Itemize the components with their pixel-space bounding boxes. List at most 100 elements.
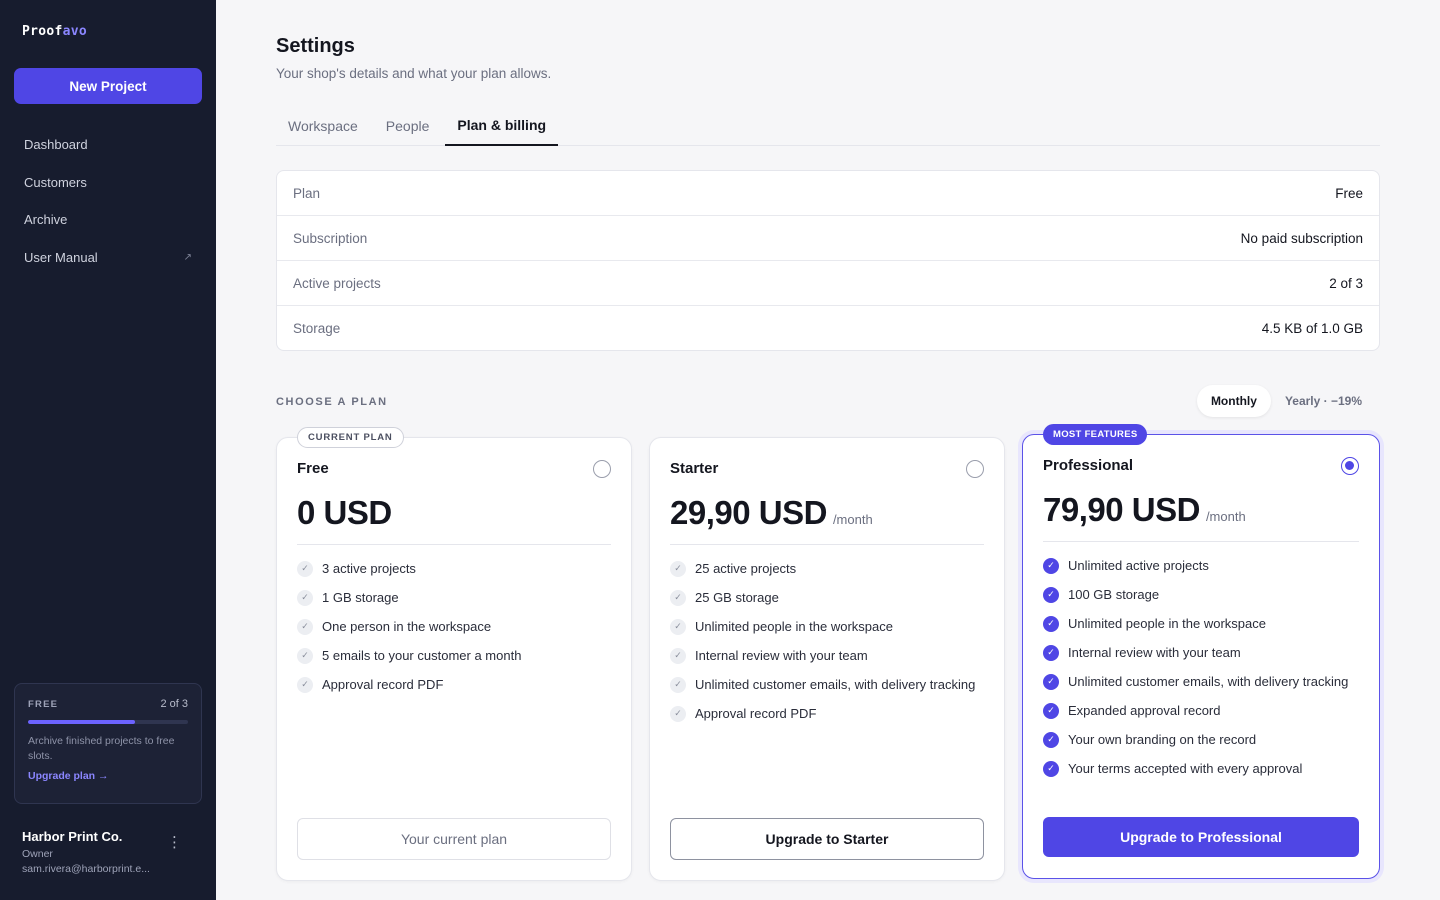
summary-value: 4.5 KB of 1.0 GB <box>1261 321 1363 336</box>
plan-radio[interactable] <box>593 460 611 478</box>
brand-logo[interactable]: Proofavo <box>22 24 87 39</box>
feature-item: ✓ Approval record PDF <box>670 704 984 723</box>
brand-name-part1: Proof <box>22 24 63 39</box>
plan-usage-card: FREE 2 of 3 Archive finished projects to… <box>14 683 202 804</box>
feature-text: Unlimited people in the workspace <box>695 619 893 634</box>
summary-value: Free <box>1335 185 1363 201</box>
tab-plan-billing[interactable]: Plan & billing <box>445 106 559 146</box>
price-period: /month <box>832 512 873 527</box>
sidebar-item-label: Archive <box>24 212 68 228</box>
check-icon: ✓ <box>670 676 686 693</box>
plan-card-starter[interactable]: Starter 29,90 USD /month ✓ 25 active proj… <box>649 437 1005 881</box>
more-vertical-icon[interactable]: ⋮ <box>167 835 182 850</box>
check-icon: ✓ <box>1043 615 1059 632</box>
feature-item: ✓ Internal review with your team <box>670 646 984 665</box>
plan-radio[interactable] <box>966 460 984 478</box>
check-icon: ✓ <box>1043 760 1059 777</box>
feature-text: Expanded approval record <box>1068 703 1221 718</box>
account-email: sam.rivera@harborprint.e... <box>22 863 150 875</box>
check-icon: ✓ <box>1043 673 1059 690</box>
upgrade-plan-link[interactable]: Upgrade plan → <box>28 770 188 782</box>
check-icon: ✓ <box>297 647 313 664</box>
check-icon: ✓ <box>1043 644 1059 661</box>
summary-row-plan: Plan Free <box>277 171 1379 216</box>
plan-price: 0 USD <box>297 494 392 532</box>
plan-name: Professional <box>1043 457 1134 474</box>
feature-item: ✓ Unlimited customer emails, with deliver… <box>670 675 984 694</box>
summary-label: Storage <box>293 321 341 336</box>
upgrade-professional-button[interactable]: Upgrade to Professional <box>1043 817 1359 857</box>
usage-progress-fill <box>28 720 136 724</box>
feature-text: 3 active projects <box>322 561 416 576</box>
check-icon: ✓ <box>670 647 686 664</box>
feature-text: Unlimited active projects <box>1068 558 1209 573</box>
summary-label: Active projects <box>293 275 381 291</box>
check-icon: ✓ <box>297 676 313 693</box>
plan-summary-card: Plan Free Subscription No paid subscript… <box>276 170 1380 351</box>
divider <box>1043 541 1359 542</box>
check-icon: ✓ <box>297 618 313 635</box>
choose-plan-heading: CHOOSE A PLAN <box>276 396 388 408</box>
tab-people[interactable]: People <box>374 106 442 146</box>
usage-progress-bar <box>28 720 188 724</box>
check-icon: ✓ <box>670 705 686 722</box>
feature-item: ✓ Expanded approval record <box>1043 701 1359 720</box>
price-period: /month <box>1205 509 1246 524</box>
tab-workspace[interactable]: Workspace <box>276 106 370 146</box>
plan-name: Starter <box>670 460 719 477</box>
sidebar-item-label: User Manual <box>24 249 98 265</box>
price-amount: 79,90 USD <box>1043 491 1200 528</box>
sidebar-item-dashboard[interactable]: Dashboard <box>0 126 216 164</box>
plan-card-professional[interactable]: MOST FEATURES Professional 79,90 USD /mo… <box>1022 424 1380 879</box>
feature-item: ✓ Unlimited people in the workspace <box>670 617 984 636</box>
feature-text: 5 emails to your customer a month <box>322 648 522 663</box>
account-section[interactable]: Harbor Print Co. Owner sam.rivera@harbor… <box>22 829 192 875</box>
feature-text: 1 GB storage <box>322 590 399 605</box>
divider <box>297 544 611 545</box>
sidebar-item-user-manual[interactable]: User Manual ↗ <box>0 239 216 277</box>
divider <box>670 544 984 545</box>
plan-card-free[interactable]: CURRENT PLAN Free 0 USD ✓ 3 active projec… <box>276 427 632 881</box>
check-icon: ✓ <box>670 618 686 635</box>
sidebar-item-archive[interactable]: Archive <box>0 201 216 239</box>
feature-text: Approval record PDF <box>322 677 444 692</box>
most-features-badge: MOST FEATURES <box>1043 424 1148 445</box>
feature-item: ✓ One person in the workspace <box>297 617 611 636</box>
feature-text: Internal review with your team <box>695 648 868 663</box>
feature-item: ✓ 3 active projects <box>297 559 611 578</box>
sidebar: Proofavo New Project Dashboard Customers… <box>0 0 216 900</box>
sidebar-item-label: Customers <box>24 174 87 190</box>
brand-name-part2: avo <box>62 24 88 39</box>
feature-item: ✓ 25 GB storage <box>670 588 984 607</box>
toggle-monthly[interactable]: Monthly <box>1196 385 1271 417</box>
settings-tabs: Workspace People Plan & billing <box>276 106 1380 146</box>
check-icon: ✓ <box>1043 586 1059 603</box>
feature-text: Your terms accepted with every approval <box>1068 761 1303 776</box>
feature-item: ✓ Your own branding on the record <box>1043 730 1359 749</box>
feature-item: ✓ Unlimited active projects <box>1043 556 1359 575</box>
plan-price: 79,90 USD /month <box>1043 491 1246 529</box>
price-amount: 29,90 USD <box>670 494 827 531</box>
feature-item: ✓ 100 GB storage <box>1043 585 1359 604</box>
feature-text: Your own branding on the record <box>1068 732 1257 747</box>
check-icon: ✓ <box>670 589 686 606</box>
check-icon: ✓ <box>297 589 313 606</box>
current-plan-button[interactable]: Your current plan <box>297 818 611 860</box>
feature-item: ✓ Unlimited customer emails, with deliver… <box>1043 672 1359 691</box>
plan-radio-selected[interactable] <box>1341 457 1359 475</box>
upgrade-starter-button[interactable]: Upgrade to Starter <box>670 818 984 860</box>
summary-label: Subscription <box>293 230 368 246</box>
feature-text: 25 GB storage <box>695 590 779 605</box>
summary-row-active-projects: Active projects 2 of 3 <box>277 261 1379 306</box>
feature-item: ✓ Your terms accepted with every approval <box>1043 759 1359 778</box>
usage-count: 2 of 3 <box>160 698 188 710</box>
usage-plan-label: FREE <box>28 698 59 710</box>
page-subtitle: Your shop's details and what your plan a… <box>276 66 552 81</box>
feature-item: ✓ Approval record PDF <box>297 675 611 694</box>
feature-text: Unlimited customer emails, with delivery… <box>1068 674 1349 689</box>
new-project-button[interactable]: New Project <box>14 68 202 104</box>
feature-text: 100 GB storage <box>1068 587 1160 602</box>
feature-list: ✓ 25 active projects ✓ 25 GB storage ✓ Unli… <box>670 559 984 733</box>
toggle-yearly[interactable]: Yearly · −19% <box>1271 385 1376 417</box>
sidebar-item-customers[interactable]: Customers <box>0 164 216 202</box>
